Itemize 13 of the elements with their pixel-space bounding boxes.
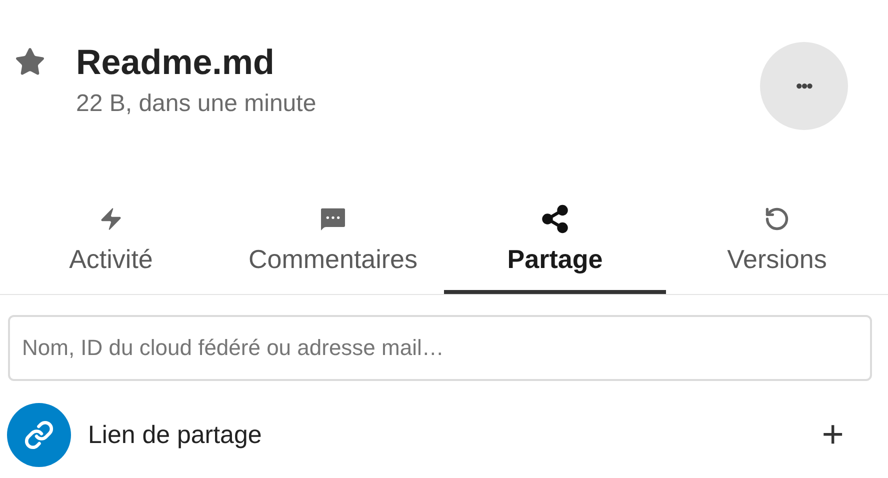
sidebar-tab[interactable]: Activité	[0, 200, 222, 294]
file-details: 22 B, dans une minute	[76, 90, 318, 118]
share-search-field[interactable]: Nom, ID du cloud fédéré ou adresse mail…	[8, 315, 872, 381]
share-icon	[540, 204, 570, 234]
share-link-label: Lien de partage	[88, 420, 263, 450]
add-share-link-button[interactable]: +	[822, 416, 844, 454]
sidebar-tab[interactable]: Partage	[444, 200, 666, 294]
favorite-star-icon[interactable]	[14, 46, 46, 78]
sidebar-tab[interactable]: Versions	[666, 200, 888, 294]
more-actions-button[interactable]: •••	[760, 42, 848, 130]
sidebar-tab[interactable]: Commentaires	[222, 200, 444, 294]
file-name: Readme.md	[76, 42, 276, 84]
history-icon	[764, 206, 790, 232]
